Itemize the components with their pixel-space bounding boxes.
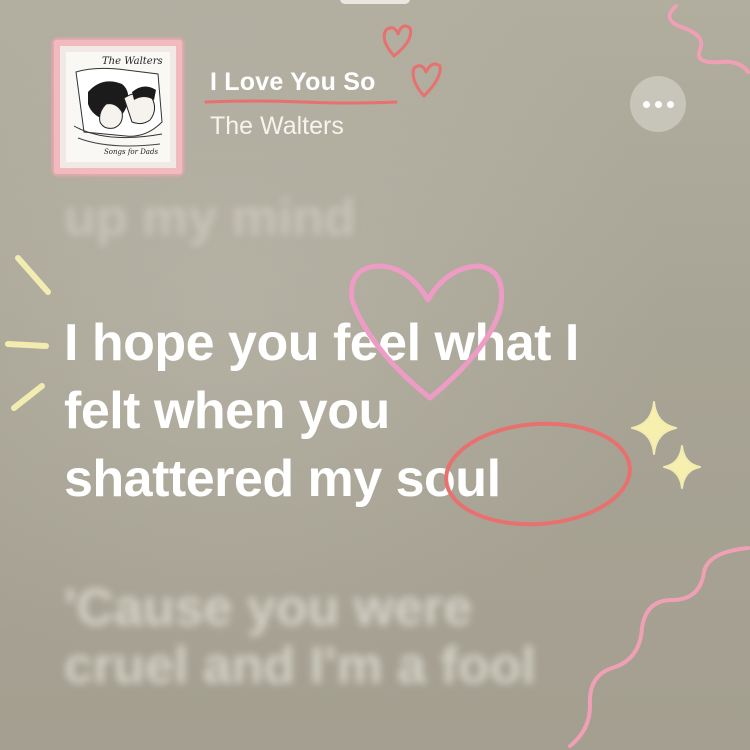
- now-playing-header: The Walters Songs for Dads I Love You So…: [0, 0, 750, 200]
- lyric-line-next-1[interactable]: 'Cause you were: [64, 578, 472, 638]
- title-underline-doodle: [204, 99, 398, 105]
- more-horizontal-icon: [642, 100, 650, 108]
- lyric-line-current-1[interactable]: I hope you feel what I: [64, 313, 579, 373]
- cover-drawing: [66, 52, 170, 162]
- lyric-line-previous[interactable]: up my mind: [64, 188, 356, 248]
- lyric-line-next-2[interactable]: cruel and I'm a fool: [64, 636, 536, 696]
- album-artwork[interactable]: The Walters Songs for Dads: [54, 40, 182, 174]
- lyric-line-current-3[interactable]: shattered my soul: [64, 449, 501, 509]
- cover-title-text: The Walters: [102, 56, 163, 67]
- more-options-button[interactable]: [630, 76, 686, 132]
- cover-subtitle-text: Songs for Dads: [104, 148, 159, 156]
- more-dot: [654, 100, 662, 108]
- artist-name[interactable]: The Walters: [210, 112, 344, 141]
- song-title[interactable]: I Love You So: [210, 68, 376, 97]
- more-dot: [666, 100, 674, 108]
- album-cover-illustration: The Walters Songs for Dads: [66, 52, 170, 162]
- lyric-line-current-2[interactable]: felt when you: [64, 381, 390, 441]
